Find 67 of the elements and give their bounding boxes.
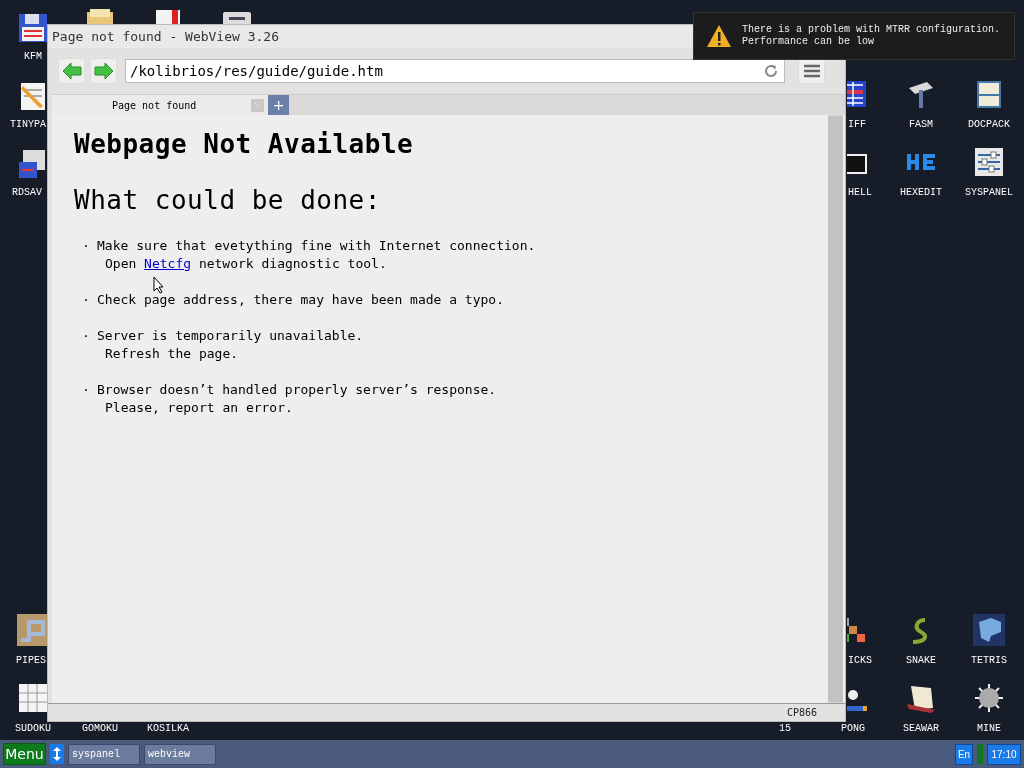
icon-label[interactable]: ICKS	[848, 655, 872, 667]
icon-label[interactable]: FASM	[909, 119, 933, 131]
bullet: ·	[81, 291, 91, 309]
mouse-cursor-icon	[153, 276, 165, 294]
icon-label[interactable]: PONG	[841, 723, 865, 735]
icon-label[interactable]: SYSPANEL	[965, 187, 1013, 199]
cube-icon[interactable]	[973, 614, 1005, 646]
switch-button[interactable]	[50, 744, 64, 764]
icon-label[interactable]: KOSILKA	[147, 723, 189, 735]
notification-text: There is a problem with MTRR configuration.	[742, 24, 1001, 36]
arrow-left-icon	[61, 62, 82, 80]
sliders-icon[interactable]	[973, 146, 1005, 178]
bullet: ·	[81, 327, 91, 345]
item-text: Make sure that evetything fine with Internet connection.	[97, 237, 536, 255]
item-detail: Open Netcfg network diagnostic tool.	[105, 255, 387, 273]
icon-label[interactable]: HEXEDIT	[900, 187, 942, 199]
scrollbar[interactable]	[828, 115, 843, 703]
icon-label[interactable]: IFF	[848, 119, 866, 131]
icon-label[interactable]: HELL	[848, 187, 872, 199]
back-button[interactable]	[58, 58, 85, 84]
notification-text: Performance can be low	[742, 36, 876, 48]
browser-tab[interactable]: Page not found	[52, 95, 268, 115]
icon-label[interactable]: SEAWAR	[903, 723, 939, 735]
item-text: Browser doesn’t handled properly server’s response.	[97, 381, 497, 399]
menu-button[interactable]	[798, 58, 825, 84]
grid-icon[interactable]	[17, 682, 49, 714]
icon-label[interactable]: GOMOKU	[82, 723, 118, 735]
icon-label[interactable]: KFM	[24, 51, 42, 63]
icon-label[interactable]: MINE	[977, 723, 1001, 735]
icon-label[interactable]: SNAKE	[906, 655, 936, 667]
icon-label[interactable]: RDSAV	[12, 187, 42, 199]
icon-label[interactable]: TINYPA	[10, 119, 46, 131]
page-subheading: What could be done:	[74, 185, 382, 215]
forward-button[interactable]	[90, 58, 117, 84]
taskbar-task[interactable]: syspanel	[68, 743, 140, 765]
reload-icon[interactable]	[764, 64, 778, 78]
taskbar-task[interactable]: webview	[144, 743, 216, 765]
icon-label[interactable]: DOCPACK	[968, 119, 1010, 131]
mine-icon[interactable]	[973, 682, 1005, 714]
item-text: Server is temporarily unavailable.	[97, 327, 364, 345]
indicator	[977, 744, 983, 764]
item-detail: Please, report an error.	[105, 399, 293, 417]
icon-label[interactable]: SUDOKU	[15, 723, 51, 735]
new-tab-button[interactable]: +	[268, 95, 289, 115]
up-down-arrow-icon	[53, 747, 61, 761]
icon-label[interactable]: 15	[779, 723, 791, 735]
floppy-icon[interactable]	[17, 12, 49, 44]
grid-icon[interactable]	[847, 78, 869, 110]
address-bar[interactable]: /kolibrios/res/guide/guide.htm	[125, 59, 785, 83]
menu-icon	[803, 64, 820, 78]
bullet: ·	[81, 237, 91, 255]
arrow-right-icon	[93, 62, 114, 80]
address-field[interactable]: /kolibrios/res/guide/guide.htm	[126, 62, 764, 80]
item-text: Check page address, there may have been made a typo.	[97, 291, 504, 309]
icon-label[interactable]: TETRIS	[971, 655, 1007, 667]
menu-button[interactable]: Menu	[3, 743, 46, 765]
bullet: ·	[81, 381, 91, 399]
folder-icon[interactable]	[84, 6, 116, 24]
netcfg-link[interactable]: Netcfg	[144, 256, 192, 271]
window-title: Page not found - WebView 3.26	[52, 29, 279, 44]
warning-icon	[706, 24, 732, 48]
page-heading: Webpage Not Available	[74, 129, 415, 159]
language-button[interactable]: En	[955, 743, 973, 765]
encoding-label: CP866	[786, 707, 817, 718]
item-detail: Refresh the page.	[105, 345, 239, 363]
icon-label[interactable]: PIPES	[16, 655, 46, 667]
clock[interactable]: 17:10	[987, 743, 1021, 765]
